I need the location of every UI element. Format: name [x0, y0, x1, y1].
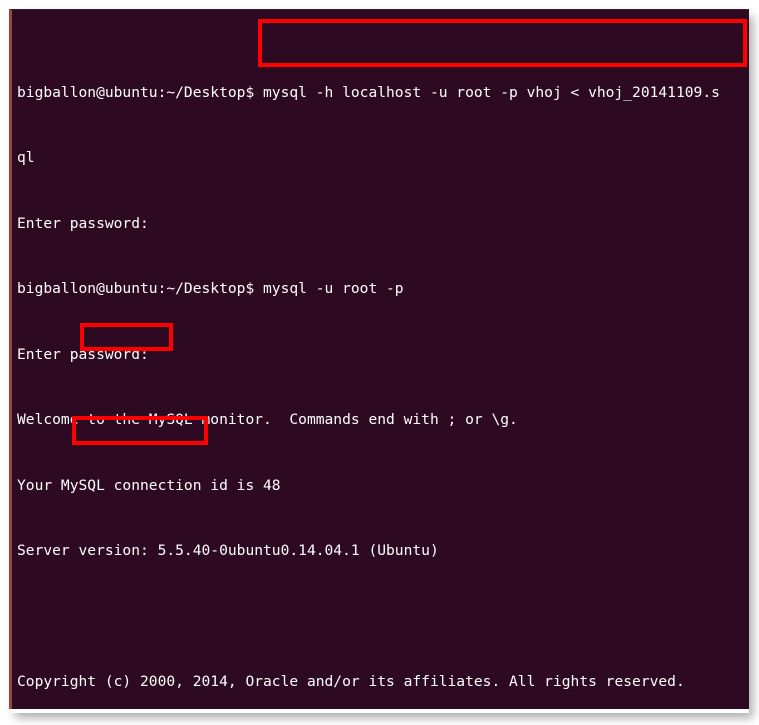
terminal-line: bigballon@ubuntu:~/Desktop$ mysql -h loc…: [17, 83, 720, 101]
terminal-line: Your MySQL connection id is 48: [17, 476, 281, 494]
terminal-line: bigballon@ubuntu:~/Desktop$ mysql -u roo…: [17, 280, 404, 298]
screenshot-canvas: bigballon@ubuntu:~/Desktop$ mysql -h loc…: [0, 0, 759, 725]
terminal-line: ql: [17, 149, 35, 167]
terminal-screen[interactable]: bigballon@ubuntu:~/Desktop$ mysql -h loc…: [12, 10, 749, 709]
terminal-line: Enter password:: [17, 345, 149, 363]
terminal-line: Server version: 5.5.40-0ubuntu0.14.04.1 …: [17, 542, 439, 560]
terminal-line: Copyright (c) 2000, 2014, Oracle and/or …: [17, 673, 685, 691]
terminal-window[interactable]: bigballon@ubuntu:~/Desktop$ mysql -h loc…: [9, 9, 749, 709]
terminal-line: Enter password:: [17, 214, 149, 232]
terminal-line: Welcome to the MySQL monitor. Commands e…: [17, 411, 518, 429]
